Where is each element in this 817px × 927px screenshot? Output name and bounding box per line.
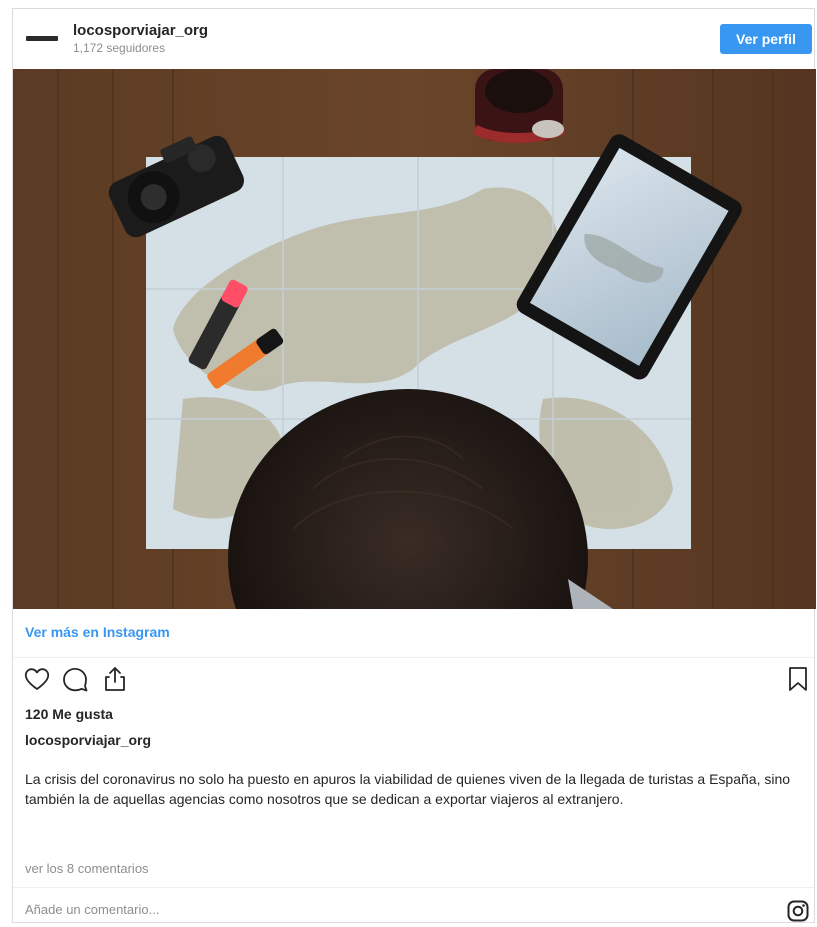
- add-comment-input[interactable]: [25, 902, 725, 917]
- divider: [13, 657, 814, 658]
- post-caption: La crisis del coronavirus no solo ha pue…: [25, 771, 791, 807]
- comment-bubble-icon[interactable]: [61, 665, 89, 693]
- view-more-on-instagram-link[interactable]: Ver más en Instagram: [25, 624, 170, 640]
- divider: [13, 887, 814, 888]
- profile-username[interactable]: locosporviajar_org: [73, 22, 208, 39]
- like-count[interactable]: 120 Me gusta: [25, 706, 113, 722]
- view-comments-link[interactable]: ver los 8 comentarios: [25, 861, 149, 876]
- profile-logo: [26, 35, 58, 41]
- bookmark-icon[interactable]: [784, 665, 812, 693]
- heart-icon[interactable]: [23, 665, 51, 693]
- instagram-icon[interactable]: [786, 899, 810, 923]
- view-profile-button[interactable]: Ver perfil: [720, 24, 812, 54]
- instagram-embed-card: locosporviajar_org 1,172 seguidores Ver …: [12, 8, 816, 923]
- caption-username[interactable]: locosporviajar_org: [25, 732, 151, 748]
- post-image[interactable]: [13, 69, 816, 609]
- avatar[interactable]: [25, 25, 59, 51]
- post-header: locosporviajar_org 1,172 seguidores Ver …: [13, 9, 814, 67]
- share-icon[interactable]: [101, 665, 129, 693]
- follower-count: 1,172 seguidores: [73, 41, 166, 55]
